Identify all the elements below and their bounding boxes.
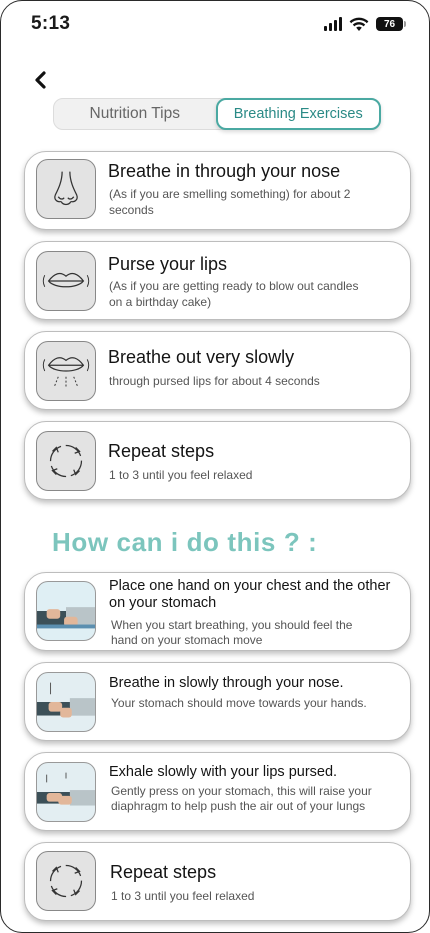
step-card[interactable]: Purse your lips (As if you are getting r… — [24, 241, 411, 320]
battery-level: 76 — [383, 18, 396, 30]
nose-icon — [36, 159, 96, 219]
step-card[interactable]: Repeat steps 1 to 3 until you feel relax… — [24, 421, 411, 500]
step-title: Repeat steps — [108, 441, 215, 461]
howto-card[interactable]: Repeat steps 1 to 3 until you feel relax… — [24, 842, 411, 921]
battery-icon: 76 — [376, 17, 406, 31]
howto-card[interactable]: Breathe in slowly through your nose. You… — [24, 662, 411, 741]
repeat-icon — [36, 851, 96, 911]
hands-chest-icon — [36, 581, 96, 641]
howto-description: Gently press on your stomach, this will … — [111, 784, 372, 813]
exhale-posture-icon — [36, 762, 96, 822]
lips-icon — [36, 251, 96, 311]
howto-heading: How can i do this ? : — [52, 527, 318, 557]
repeat-icon — [36, 431, 96, 491]
signal-icon — [324, 17, 342, 31]
howto-card[interactable]: Exhale slowly with your lips pursed. Gen… — [24, 752, 411, 831]
status-time: 5:13 — [31, 13, 71, 34]
howto-description: When you start breathing, you should fee… — [111, 618, 353, 647]
step-card[interactable]: Breathe out very slowly through pursed l… — [24, 331, 411, 410]
step-title: Breathe out very slowly — [108, 347, 295, 367]
tab-nutrition-tips[interactable]: Nutrition Tips — [54, 99, 216, 129]
chevron-left-icon — [35, 71, 46, 89]
wifi-icon — [349, 17, 369, 31]
step-title: Purse your lips — [108, 254, 228, 274]
status-icons: 76 — [324, 17, 406, 32]
back-button[interactable] — [29, 67, 51, 93]
step-description: (As if you are getting ready to blow out… — [109, 279, 359, 309]
step-description: 1 to 3 until you feel relaxed — [109, 468, 253, 482]
step-title: Breathe in through your nose — [108, 161, 341, 181]
howto-description: 1 to 3 until you feel relaxed — [111, 889, 255, 903]
howto-title: Exhale slowly with your lips pursed. — [109, 764, 338, 780]
howto-title: Place one hand on your chest and the oth… — [109, 578, 391, 611]
howto-card[interactable]: Place one hand on your chest and the oth… — [24, 572, 411, 651]
inhale-posture-icon — [36, 672, 96, 732]
howto-title: Repeat steps — [110, 862, 217, 882]
howto-description: Your stomach should move towards your ha… — [111, 696, 367, 710]
step-card[interactable]: Breathe in through your nose (As if you … — [24, 151, 411, 230]
status-bar: 5:13 76 — [31, 11, 406, 37]
step-description: through pursed lips for about 4 seconds — [109, 374, 320, 388]
exhale-lips-icon — [36, 341, 96, 401]
step-description: (As if you are smelling something) for a… — [109, 187, 351, 217]
tab-switcher: Nutrition Tips Breathing Exercises — [53, 98, 381, 130]
tab-breathing-exercises[interactable]: Breathing Exercises — [215, 98, 381, 130]
howto-title: Breathe in slowly through your nose. — [109, 675, 344, 691]
phone-frame: 5:13 76 Nutrition Tips Breathing Exercis… — [0, 0, 430, 933]
